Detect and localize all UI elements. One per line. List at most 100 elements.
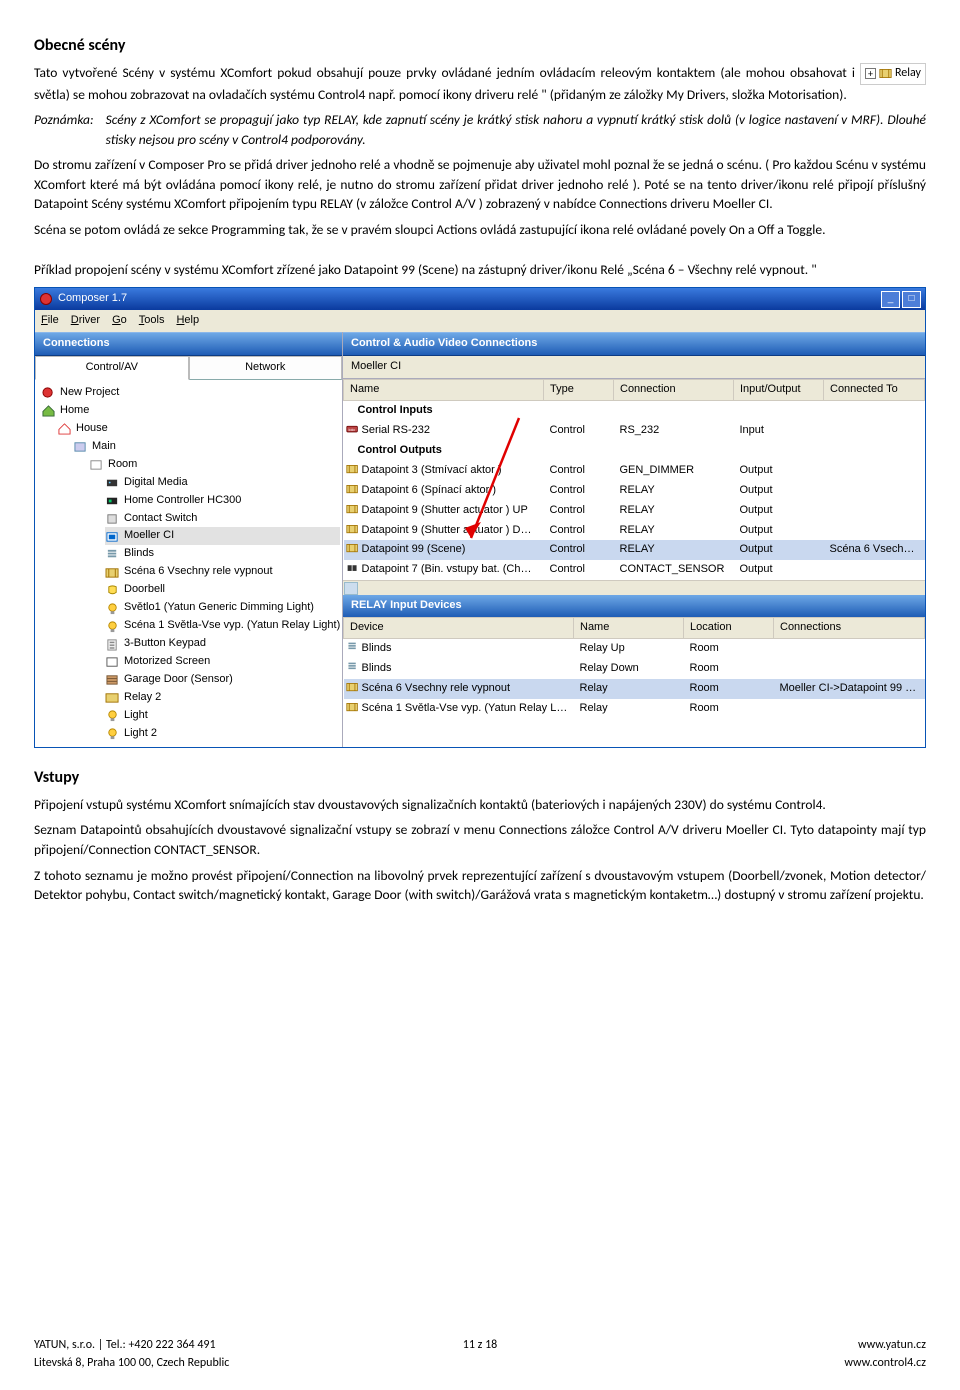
connections-table: Name Type Connection Input/Output Connec… [343,379,925,580]
hscrollbar[interactable] [343,580,925,595]
relay-input-devices-head: RELAY Input Devices [343,595,925,617]
tree-item[interactable]: Light [105,707,340,725]
footer-url2: www.control4.cz [844,1355,926,1372]
li-icon [105,602,120,615]
tree-item-label: Scéna 6 Vsechny rele vypnout [124,564,273,580]
tree-item-label: Garage Door (Sensor) [124,672,233,688]
menu-go[interactable]: Go [112,313,127,329]
tree-item[interactable]: Moeller CI [105,527,340,545]
group-control-inputs: Control Inputs [344,400,925,420]
maximize-icon[interactable]: □ [902,291,921,308]
minimize-icon[interactable]: _ [881,291,900,308]
col-io[interactable]: Input/Output [734,379,824,400]
tree-item[interactable]: Garage Door (Sensor) [105,671,340,689]
table-row[interactable]: Datapoint 9 (Shutter actuator ) DOWNCont… [344,521,925,541]
tree-item-label: Home Controller HC300 [124,493,241,509]
tree-item-label: 3-Button Keypad [124,636,206,652]
tree-item[interactable]: Contact Switch [105,510,340,528]
dp-icon [346,483,359,495]
tree-item[interactable]: 3-Button Keypad [105,635,340,653]
para-3: Scéna se potom ovládá ze sekce Programmi… [34,220,926,240]
para-1a: Tato vytvořené Scény v systému XComfort … [34,64,860,81]
tree-item-label: House [76,421,108,437]
tree-item[interactable]: Main [73,438,340,456]
tree-item[interactable]: Blinds [105,545,340,563]
connections-head: Connections [35,332,342,356]
bl-icon [346,661,359,673]
col-connected-to[interactable]: Connected To [824,379,925,400]
menu-file[interactable]: File [41,313,59,329]
para-7: Z tohoto seznamu je možno provést připoj… [34,866,926,905]
col-location[interactable]: Location [684,618,774,639]
table-row[interactable]: Datapoint 3 (Stmívací aktor )ControlGEN_… [344,461,925,481]
tree-item[interactable]: Digital Media [105,474,340,492]
menu-bar: File Driver Go Tools Help [35,310,925,332]
tree-item-label: Home [60,403,89,419]
col-type[interactable]: Type [544,379,614,400]
tab-network[interactable]: Network [189,356,343,380]
menu-tools[interactable]: Tools [139,313,165,329]
table-row[interactable]: ioioSerial RS-232ControlRS_232Input [344,421,925,441]
db-icon [105,584,120,597]
table-row[interactable]: Scéna 1 Světla-Vse vyp. (Yatun Relay Lig… [344,699,925,719]
footer-address: Litevská 8, Praha 100 00, Czech Republic [34,1355,229,1372]
tree-item[interactable]: Světlo1 (Yatun Generic Dimming Light) [105,599,340,617]
app-icon [39,292,53,306]
np-icon [41,386,56,399]
col-connections[interactable]: Connections [774,618,925,639]
tab-control-av[interactable]: Control/AV [35,356,189,380]
para-5: Připojení vstupů systému XComfort snímaj… [34,795,926,815]
hm-icon [41,404,56,417]
scroll-thumb[interactable] [344,582,358,595]
tree-item[interactable]: Home [41,402,338,420]
table-row[interactable]: Datapoint 7 (Bin. vstupy bat. (Channel A… [344,560,925,580]
group-control-outputs: Control Outputs [344,441,925,461]
tree-item[interactable]: Room [89,456,340,474]
rm-icon [89,458,104,471]
tree-item[interactable]: Light 2 [105,725,340,743]
hs-icon [57,422,72,435]
col-connection[interactable]: Connection [614,379,734,400]
tree-item[interactable]: New Project [41,384,338,402]
driver-name-sub: Moeller CI [343,356,925,379]
li-icon [105,620,120,633]
bl-icon [105,548,120,561]
col-name2[interactable]: Name [574,618,684,639]
tree-item[interactable]: Doorbell [105,581,340,599]
tree-item[interactable]: Scéna 6 Vsechny rele vypnout [105,563,340,581]
table-row[interactable]: Scéna 6 Vsechny rele vypnoutRelayRoomMoe… [344,679,925,699]
table-row[interactable]: BlindsRelay UpRoom [344,639,925,659]
tree-item[interactable]: Motorized Screen [105,653,340,671]
tree-item-label: Digital Media [124,475,188,491]
tree-item-label: Motorized Screen [124,654,210,670]
expand-icon: + [865,68,876,79]
tree-item[interactable]: House [57,420,340,438]
device-tree[interactable]: New ProjectHome HouseMainRoomDigital Medi… [35,380,342,747]
fl-icon [73,440,88,453]
page-footer: YATUN, s.r.o. | Tel.: +420 222 364 491 L… [34,1337,926,1372]
tree-item-label: Light [124,708,148,724]
titlebar[interactable]: Composer 1.7 _ □ [35,288,925,310]
li-icon [105,727,120,740]
heading-scenes: Obecné scény [34,34,926,57]
col-name[interactable]: Name [344,379,544,400]
tree-item[interactable]: Relay 2 [105,689,340,707]
col-device[interactable]: Device [344,618,574,639]
tree-item-label: Relay 2 [124,690,161,706]
table-row[interactable]: BlindsRelay DownRoom [344,659,925,679]
tree-item[interactable]: Scéna 1 Světla-Vse vyp. (Yatun Relay Lig… [105,617,340,635]
window-title: Composer 1.7 [58,291,127,307]
tree-item-label: Contact Switch [124,511,197,527]
dm-icon [105,476,120,489]
table-row[interactable]: Datapoint 99 (Scene)ControlRELAYOutputSc… [344,540,925,560]
footer-pagenum: 11 z 18 [34,1337,926,1354]
input-devices-table: Device Name Location Connections BlindsR… [343,617,925,719]
table-row[interactable]: Datapoint 9 (Shutter actuator ) UPContro… [344,501,925,521]
menu-help[interactable]: Help [176,313,199,329]
menu-driver[interactable]: Driver [71,313,100,329]
tree-item[interactable]: Home Controller HC300 [105,492,340,510]
table-row[interactable]: Datapoint 6 (Spínací aktor )ControlRELAY… [344,481,925,501]
tree-item-label: Light 2 [124,726,157,742]
bl-icon [346,641,359,653]
relay-icon [879,67,892,80]
